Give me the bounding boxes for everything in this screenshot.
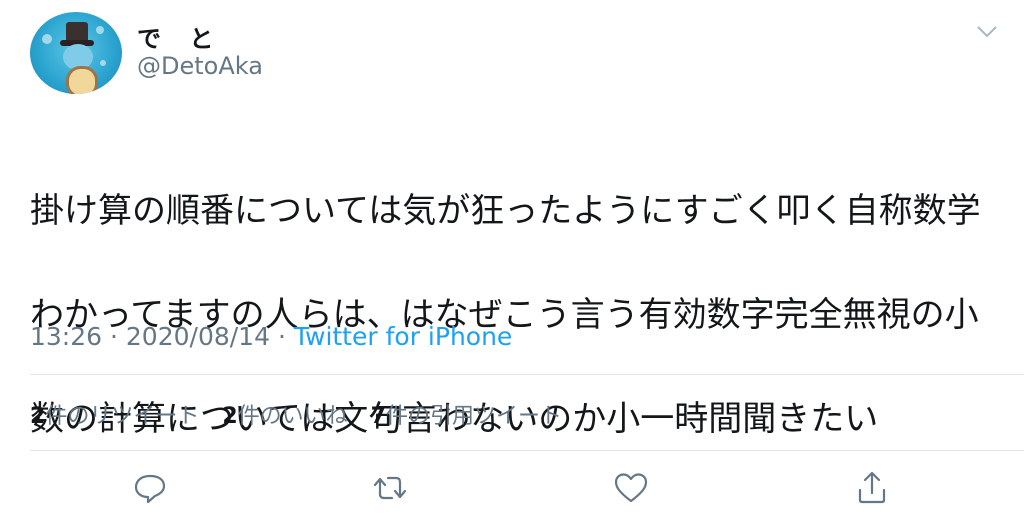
meta-separator: ·	[110, 322, 118, 351]
like-label: 件のいいね	[237, 404, 348, 429]
tweet-text-line: 掛け算の順番については気が狂ったようにすごく叩く自称数学	[30, 191, 981, 231]
avatar[interactable]	[30, 12, 122, 94]
retweet-label: 件のリツイート	[45, 404, 200, 429]
quote-label: 件の引用ツイート	[385, 404, 562, 429]
display-name[interactable]: で と	[137, 19, 223, 54]
user-handle[interactable]: @DetoAka	[137, 52, 263, 80]
heart-icon	[614, 473, 648, 503]
comment-bubble-icon	[134, 474, 166, 504]
retweet-arrows-icon	[373, 476, 407, 500]
retweet-count: 2	[30, 404, 46, 429]
chevron-down-icon[interactable]	[976, 24, 998, 40]
tweet-stats: 2件のリツイート 2件のいいね 7件の引用ツイート	[30, 398, 578, 430]
meta-separator: ·	[277, 322, 286, 351]
reply-button[interactable]	[130, 468, 170, 508]
quote-count: 7	[370, 404, 386, 429]
tweet-time: 13:26	[30, 322, 103, 351]
tweet-client-link[interactable]: Twitter for iPhone	[294, 322, 512, 351]
tweet-text: 掛け算の順番については気が狂ったようにすごく叩く自称数学 わかってますの人らは、…	[30, 133, 1000, 497]
like-count: 2	[222, 404, 238, 429]
like-button[interactable]	[611, 468, 651, 508]
share-button[interactable]	[852, 468, 892, 508]
share-upload-icon	[858, 471, 886, 504]
divider	[30, 374, 1024, 375]
like-count-link[interactable]: 2件のいいね	[222, 404, 347, 429]
retweet-button[interactable]	[370, 468, 410, 508]
quote-count-link[interactable]: 7件の引用ツイート	[371, 404, 562, 429]
retweet-count-link[interactable]: 2件のリツイート	[30, 404, 199, 429]
divider	[30, 450, 1024, 451]
tweet-meta: 13:26 · 2020/08/14 · Twitter for iPhone	[30, 322, 512, 351]
tweet-date: 2020/08/14	[125, 322, 270, 351]
